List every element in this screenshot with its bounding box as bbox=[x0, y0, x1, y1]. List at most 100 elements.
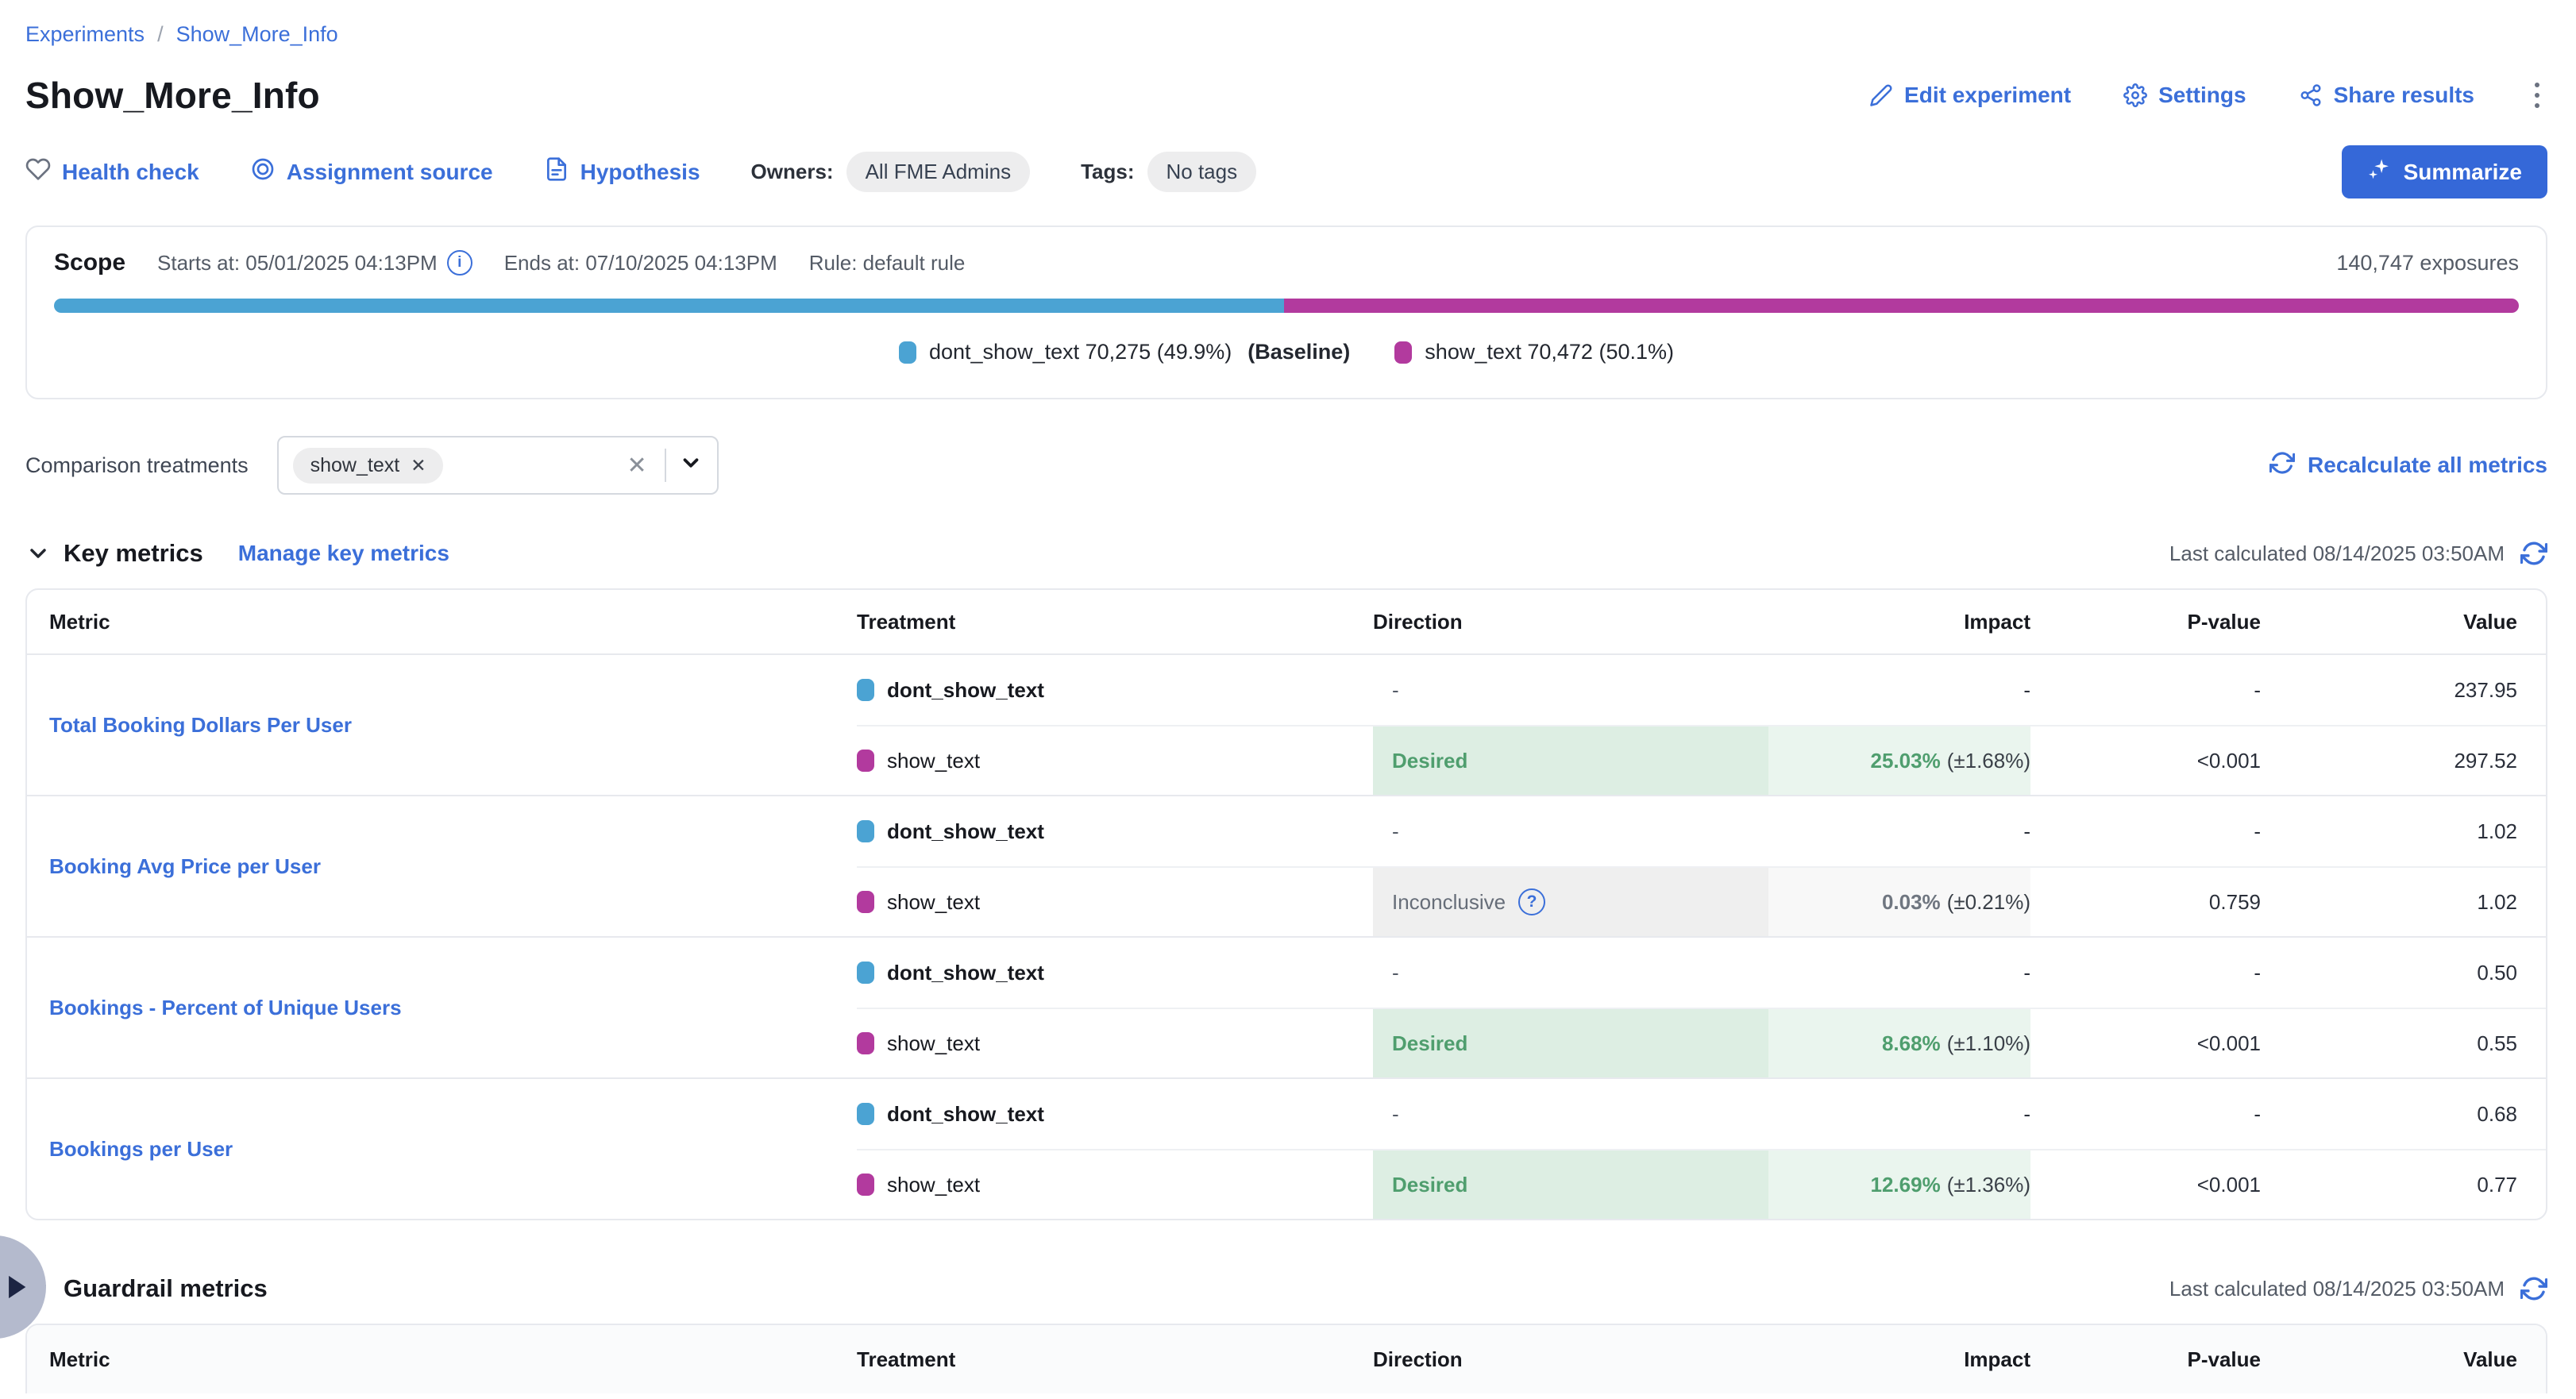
tags-field: Tags: No tags bbox=[1081, 152, 1256, 192]
chevron-down-icon[interactable] bbox=[679, 451, 703, 480]
scope-row: Scope Starts at: 05/01/2025 04:13PM i En… bbox=[54, 249, 2519, 276]
table-row: show_text Desired 25.03%(±1.68%) <0.001 … bbox=[857, 725, 2546, 795]
summarize-button[interactable]: Summarize bbox=[2342, 145, 2547, 198]
gear-icon bbox=[2123, 83, 2147, 107]
health-check-label: Health check bbox=[62, 160, 199, 185]
guardrail-metrics-header: Guardrail metrics Last calculated 08/14/… bbox=[25, 1274, 2547, 1303]
baseline-tag: (Baseline) bbox=[1248, 340, 1350, 364]
sparkle-icon bbox=[2367, 157, 2391, 187]
col-metric: Metric bbox=[27, 610, 857, 634]
refresh-icon[interactable] bbox=[2520, 1275, 2547, 1302]
metric-link[interactable]: Bookings per User bbox=[49, 1137, 233, 1162]
table-header: Metric Treatment Direction Impact P-valu… bbox=[27, 1325, 2546, 1393]
share-icon bbox=[2299, 83, 2323, 107]
metric-group: Total Booking Dollars Per User dont_show… bbox=[27, 653, 2546, 795]
owners-pill[interactable]: All FME Admins bbox=[846, 152, 1031, 192]
assignment-source-link[interactable]: Assignment source bbox=[250, 156, 493, 187]
col-p-value: P-value bbox=[2030, 610, 2261, 634]
experiment-page: Experiments / Show_More_Info Show_More_I… bbox=[0, 0, 2576, 1393]
settings-label: Settings bbox=[2158, 83, 2246, 108]
question-icon[interactable]: ? bbox=[1518, 888, 1545, 915]
baseline-swatch bbox=[857, 820, 874, 842]
direction-badge: Desired bbox=[1373, 1150, 1768, 1219]
key-metrics-table: Metric Treatment Direction Impact P-valu… bbox=[25, 588, 2547, 1220]
settings-button[interactable]: Settings bbox=[2123, 83, 2246, 108]
refresh-icon bbox=[2269, 450, 2295, 481]
direction-badge: Desired bbox=[1373, 1009, 1768, 1077]
health-check-link[interactable]: Health check bbox=[25, 156, 199, 187]
tags-label: Tags: bbox=[1081, 160, 1134, 184]
baseline-swatch bbox=[857, 962, 874, 984]
exposure-legend: dont_show_text 70,275 (49.9%) (Baseline)… bbox=[54, 340, 2519, 364]
col-direction: Direction bbox=[1373, 1347, 1768, 1372]
scope-title: Scope bbox=[54, 249, 125, 276]
metric-group: Bookings - Percent of Unique Users dont_… bbox=[27, 936, 2546, 1077]
recalculate-label: Recalculate all metrics bbox=[2308, 453, 2547, 478]
collapse-chevron-icon[interactable] bbox=[25, 541, 51, 566]
select-clear-icon[interactable]: ✕ bbox=[622, 452, 651, 480]
col-treatment: Treatment bbox=[857, 610, 1373, 634]
owners-field: Owners: All FME Admins bbox=[751, 152, 1031, 192]
col-p-value: P-value bbox=[2030, 1347, 2261, 1372]
chip-remove-icon[interactable]: ✕ bbox=[411, 455, 426, 476]
key-metrics-header: Key metrics Manage key metrics Last calc… bbox=[25, 539, 2547, 568]
assignment-source-label: Assignment source bbox=[287, 160, 493, 185]
comparison-swatch bbox=[857, 891, 874, 913]
comparison-swatch bbox=[1394, 341, 1412, 364]
exposures-count: 140,747 exposures bbox=[2336, 251, 2519, 276]
hypothesis-link[interactable]: Hypothesis bbox=[544, 156, 700, 187]
metric-link[interactable]: Bookings - Percent of Unique Users bbox=[49, 996, 402, 1020]
hypothesis-label: Hypothesis bbox=[580, 160, 700, 185]
recalculate-all-metrics-button[interactable]: Recalculate all metrics bbox=[2269, 450, 2547, 481]
col-impact: Impact bbox=[1768, 1347, 2030, 1372]
metric-link[interactable]: Booking Avg Price per User bbox=[49, 854, 321, 879]
pencil-icon bbox=[1869, 83, 1893, 107]
table-header: Metric Treatment Direction Impact P-valu… bbox=[27, 590, 2546, 653]
col-impact: Impact bbox=[1768, 610, 2030, 634]
target-icon bbox=[250, 156, 276, 187]
key-metrics-title: Key metrics bbox=[64, 539, 203, 568]
select-divider bbox=[665, 449, 666, 482]
treatment-chip[interactable]: show_text ✕ bbox=[293, 448, 444, 484]
metric-link[interactable]: Total Booking Dollars Per User bbox=[49, 713, 352, 738]
document-icon bbox=[544, 156, 569, 187]
comparison-treatments-label: Comparison treatments bbox=[25, 453, 249, 478]
edit-experiment-button[interactable]: Edit experiment bbox=[1869, 83, 2071, 108]
title-actions: Edit experiment Settings Share results bbox=[1869, 78, 2547, 113]
play-icon bbox=[5, 1274, 29, 1301]
baseline-swatch bbox=[899, 341, 916, 364]
col-value: Value bbox=[2261, 1347, 2546, 1372]
info-icon[interactable]: i bbox=[447, 250, 472, 276]
table-row: dont_show_text - - - 0.68 bbox=[857, 1079, 2546, 1149]
col-direction: Direction bbox=[1373, 610, 1768, 634]
breadcrumb-current-link[interactable]: Show_More_Info bbox=[176, 22, 338, 47]
exposure-bar-baseline bbox=[54, 299, 1284, 313]
table-row: dont_show_text - - - 237.95 bbox=[857, 655, 2546, 725]
treatment-select[interactable]: show_text ✕ ✕ bbox=[277, 436, 719, 495]
exposure-bar-comparison bbox=[1284, 299, 2519, 313]
more-options-button[interactable] bbox=[2527, 78, 2547, 113]
refresh-icon[interactable] bbox=[2520, 540, 2547, 567]
owners-label: Owners: bbox=[751, 160, 834, 184]
scope-starts-at: Starts at: 05/01/2025 04:13PM i bbox=[157, 250, 472, 276]
breadcrumb-experiments-link[interactable]: Experiments bbox=[25, 22, 145, 47]
manage-key-metrics-link[interactable]: Manage key metrics bbox=[238, 541, 449, 566]
edit-experiment-label: Edit experiment bbox=[1904, 83, 2071, 108]
share-results-button[interactable]: Share results bbox=[2299, 83, 2474, 108]
page-title: Show_More_Info bbox=[25, 74, 320, 117]
tags-pill[interactable]: No tags bbox=[1147, 152, 1257, 192]
direction-badge: Inconclusive ? bbox=[1373, 868, 1768, 936]
comparison-swatch bbox=[857, 1032, 874, 1054]
legend-baseline: dont_show_text 70,275 (49.9%) (Baseline) bbox=[899, 340, 1350, 364]
comparison-swatch bbox=[857, 750, 874, 772]
table-row: dont_show_text - - - 1.02 bbox=[857, 796, 2546, 866]
title-row: Show_More_Info Edit experiment Settings … bbox=[25, 74, 2547, 117]
meta-row: Health check Assignment source Hypothesi… bbox=[25, 145, 2547, 198]
comparison-swatch bbox=[857, 1174, 874, 1196]
table-row: show_text Desired 8.68%(±1.10%) <0.001 0… bbox=[857, 1008, 2546, 1077]
guardrail-metrics-title: Guardrail metrics bbox=[64, 1274, 268, 1303]
baseline-swatch bbox=[857, 1103, 874, 1125]
exposure-bar bbox=[54, 299, 2519, 313]
legend-comparison: show_text 70,472 (50.1%) bbox=[1394, 340, 1674, 364]
summarize-label: Summarize bbox=[2404, 160, 2522, 185]
